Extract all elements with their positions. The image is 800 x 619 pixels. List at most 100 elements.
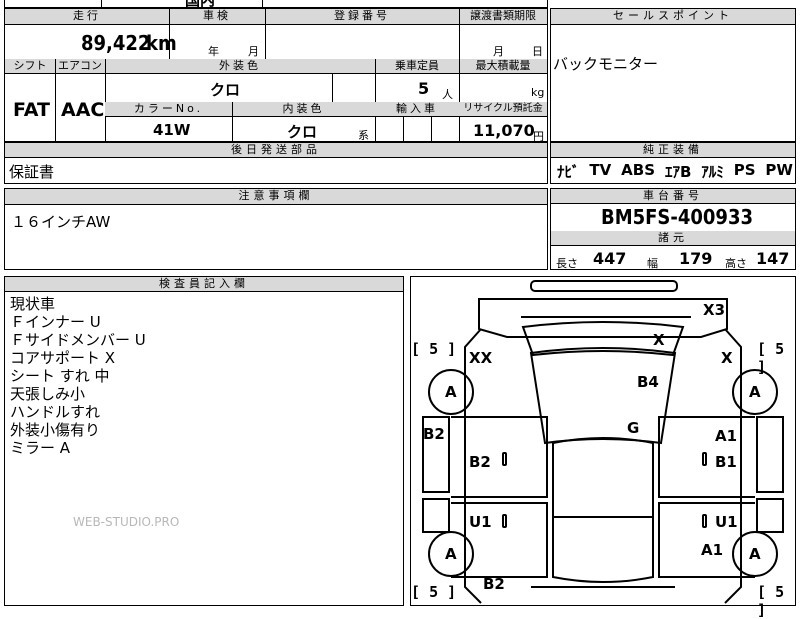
inspector-line: シート すれ 中 (10, 367, 110, 385)
notes-value: １６インチAW (11, 213, 111, 231)
import-label: 輸入車 (375, 102, 459, 117)
later-parts-box: 後日発送部品 保証書 (4, 142, 548, 184)
sales-point-text: バックモニター (553, 55, 659, 73)
chassis-box: 車台番号 BM5FS-400933 諸元 長さ 447 幅 179 高さ 147 (550, 188, 796, 270)
roof-shape (529, 347, 677, 445)
max-load-unit: kg (531, 86, 545, 99)
inspector-line: ミラー A (10, 439, 71, 457)
equipment-item: ｴｱB (664, 163, 692, 181)
transfer-month: 月 (493, 45, 504, 58)
interior-value: クロ (287, 123, 318, 141)
specs-length-label: 長さ (556, 257, 578, 270)
tire-rr-value: 5 (775, 583, 785, 601)
damage-x-right: X (721, 349, 733, 367)
damage-g: G (627, 419, 640, 437)
transfer-label: 譲渡書類期限 (459, 9, 547, 25)
car-diagram-box: X3 X XX X B4 G A A A A B2 B2 A1 B1 U1 U1… (410, 276, 796, 619)
car-diagram (422, 280, 784, 604)
damage-a-rl: A (445, 545, 457, 563)
interior-suffix: 系 (358, 129, 369, 142)
equipment-item: ABS (621, 161, 656, 179)
exterior-value: クロ (210, 81, 241, 99)
transfer-day: 日 (532, 45, 543, 58)
inspector-line: コアサポート X (10, 349, 116, 367)
inspector-box: 検査員記入欄 現状車 Ｆインナー U Ｆサイドメンバー U コアサポート X シ… (4, 276, 404, 606)
aircon-label: エアコン (55, 59, 105, 74)
damage-u1-left: U1 (469, 513, 492, 531)
later-parts-value: 保証書 (9, 163, 55, 181)
sales-point-box: セールスポイント バックモニター (550, 8, 796, 142)
equipment-item: PW (765, 161, 793, 179)
damage-a-rr: A (749, 545, 761, 563)
tire-rl: [ 5 ] (411, 583, 457, 601)
tire-rl-value: 5 (429, 583, 439, 601)
specs-width: 179 (679, 249, 713, 268)
inspector-line: 外装小傷有り (10, 421, 101, 439)
shift-value: FAT (13, 99, 50, 121)
center-body-shape (552, 437, 654, 583)
color-no-value: 41W (153, 121, 191, 139)
damage-b2-left: B2 (423, 425, 445, 443)
equipment-item: ﾅﾋﾞ (557, 163, 580, 181)
damage-b1-right: B1 (715, 453, 737, 471)
capacity-unit: 人 (442, 88, 453, 101)
mileage-value: 89,422 (81, 31, 151, 55)
vehicle-info-table: 走行 車検 登録番号 譲渡書類期限 89,422 km 年 月 月 日 シフト … (4, 8, 548, 143)
damage-x3: X3 (703, 301, 726, 319)
damage-b2-bottom: B2 (483, 575, 505, 593)
tire-rr: [ 5 ] (757, 583, 785, 619)
inspector-line: Ｆサイドメンバー U (10, 331, 146, 349)
front-bumper-shape (530, 280, 678, 292)
sales-point-label: セールスポイント (551, 9, 795, 25)
inspector-line: 現状車 (10, 295, 56, 313)
registration-label: 登録番号 (265, 9, 459, 25)
recycle-label: リサイクル預託金 (459, 102, 547, 117)
watermark: WEB-STUDIO.PRO (73, 515, 180, 529)
tire-fr-value: 5 (775, 340, 785, 358)
tire-fr: [ 5 ] (757, 340, 785, 376)
shift-label: シフト (5, 59, 55, 74)
max-load-label: 最大積載量 (459, 59, 547, 74)
color-no-label: カラーNo. (105, 102, 232, 117)
specs-label: 諸元 (551, 231, 795, 246)
inspector-notes: 現状車 Ｆインナー U Ｆサイドメンバー U コアサポート X シート すれ 中… (10, 295, 146, 457)
inspector-line: ハンドルすれ (10, 403, 101, 421)
damage-a-fr: A (749, 383, 761, 401)
damage-x-roof: X (653, 331, 665, 349)
capacity-label: 乗車定員 (375, 59, 459, 74)
equipment-item: ｱﾙﾐ (701, 163, 724, 181)
specs-length: 447 (593, 249, 627, 268)
inspector-line: 天張しみ小 (10, 385, 86, 403)
notes-box: 注意事項欄 １６インチAW (4, 188, 548, 270)
notes-label: 注意事項欄 (5, 189, 547, 205)
mileage-label: 走行 (5, 9, 169, 25)
left-rear-door-shape (422, 498, 450, 533)
chassis-label: 車台番号 (551, 189, 795, 204)
equipment-label: 純正装備 (551, 143, 795, 158)
tire-fl-value: 5 (429, 340, 439, 358)
later-parts-label: 後日発送部品 (5, 143, 547, 158)
aircon-value: AAC (61, 99, 105, 121)
top-partial-row: 国内 (4, 0, 548, 9)
inspection-label: 車検 (169, 9, 265, 25)
specs-height: 147 (756, 249, 790, 268)
inspection-year: 年 (208, 45, 219, 58)
tire-fl: [ 5 ] (411, 340, 457, 358)
interior-label: 内装色 (232, 102, 375, 117)
capacity-value: 5 (418, 79, 430, 98)
right-front-door-shape (756, 416, 784, 493)
chassis-value: BM5FS-400933 (601, 205, 753, 229)
damage-u1-right: U1 (715, 513, 738, 531)
damage-a1-right: A1 (715, 427, 738, 445)
mileage-unit: km (146, 31, 177, 55)
equipment-list: ﾅﾋﾞ TV ABS ｴｱB ｱﾙﾐ PS PW (557, 161, 793, 182)
right-rear-door-shape (756, 498, 784, 533)
inspection-month: 月 (248, 45, 259, 58)
equipment-box: 純正装備 ﾅﾋﾞ TV ABS ｴｱB ｱﾙﾐ PS PW (550, 142, 796, 184)
inspector-label: 検査員記入欄 (5, 277, 403, 292)
equipment-item: PS (733, 161, 756, 179)
specs-height-label: 高さ (725, 257, 747, 270)
exterior-label: 外装色 (105, 59, 375, 74)
damage-b4: B4 (637, 373, 659, 391)
specs-width-label: 幅 (647, 257, 658, 270)
